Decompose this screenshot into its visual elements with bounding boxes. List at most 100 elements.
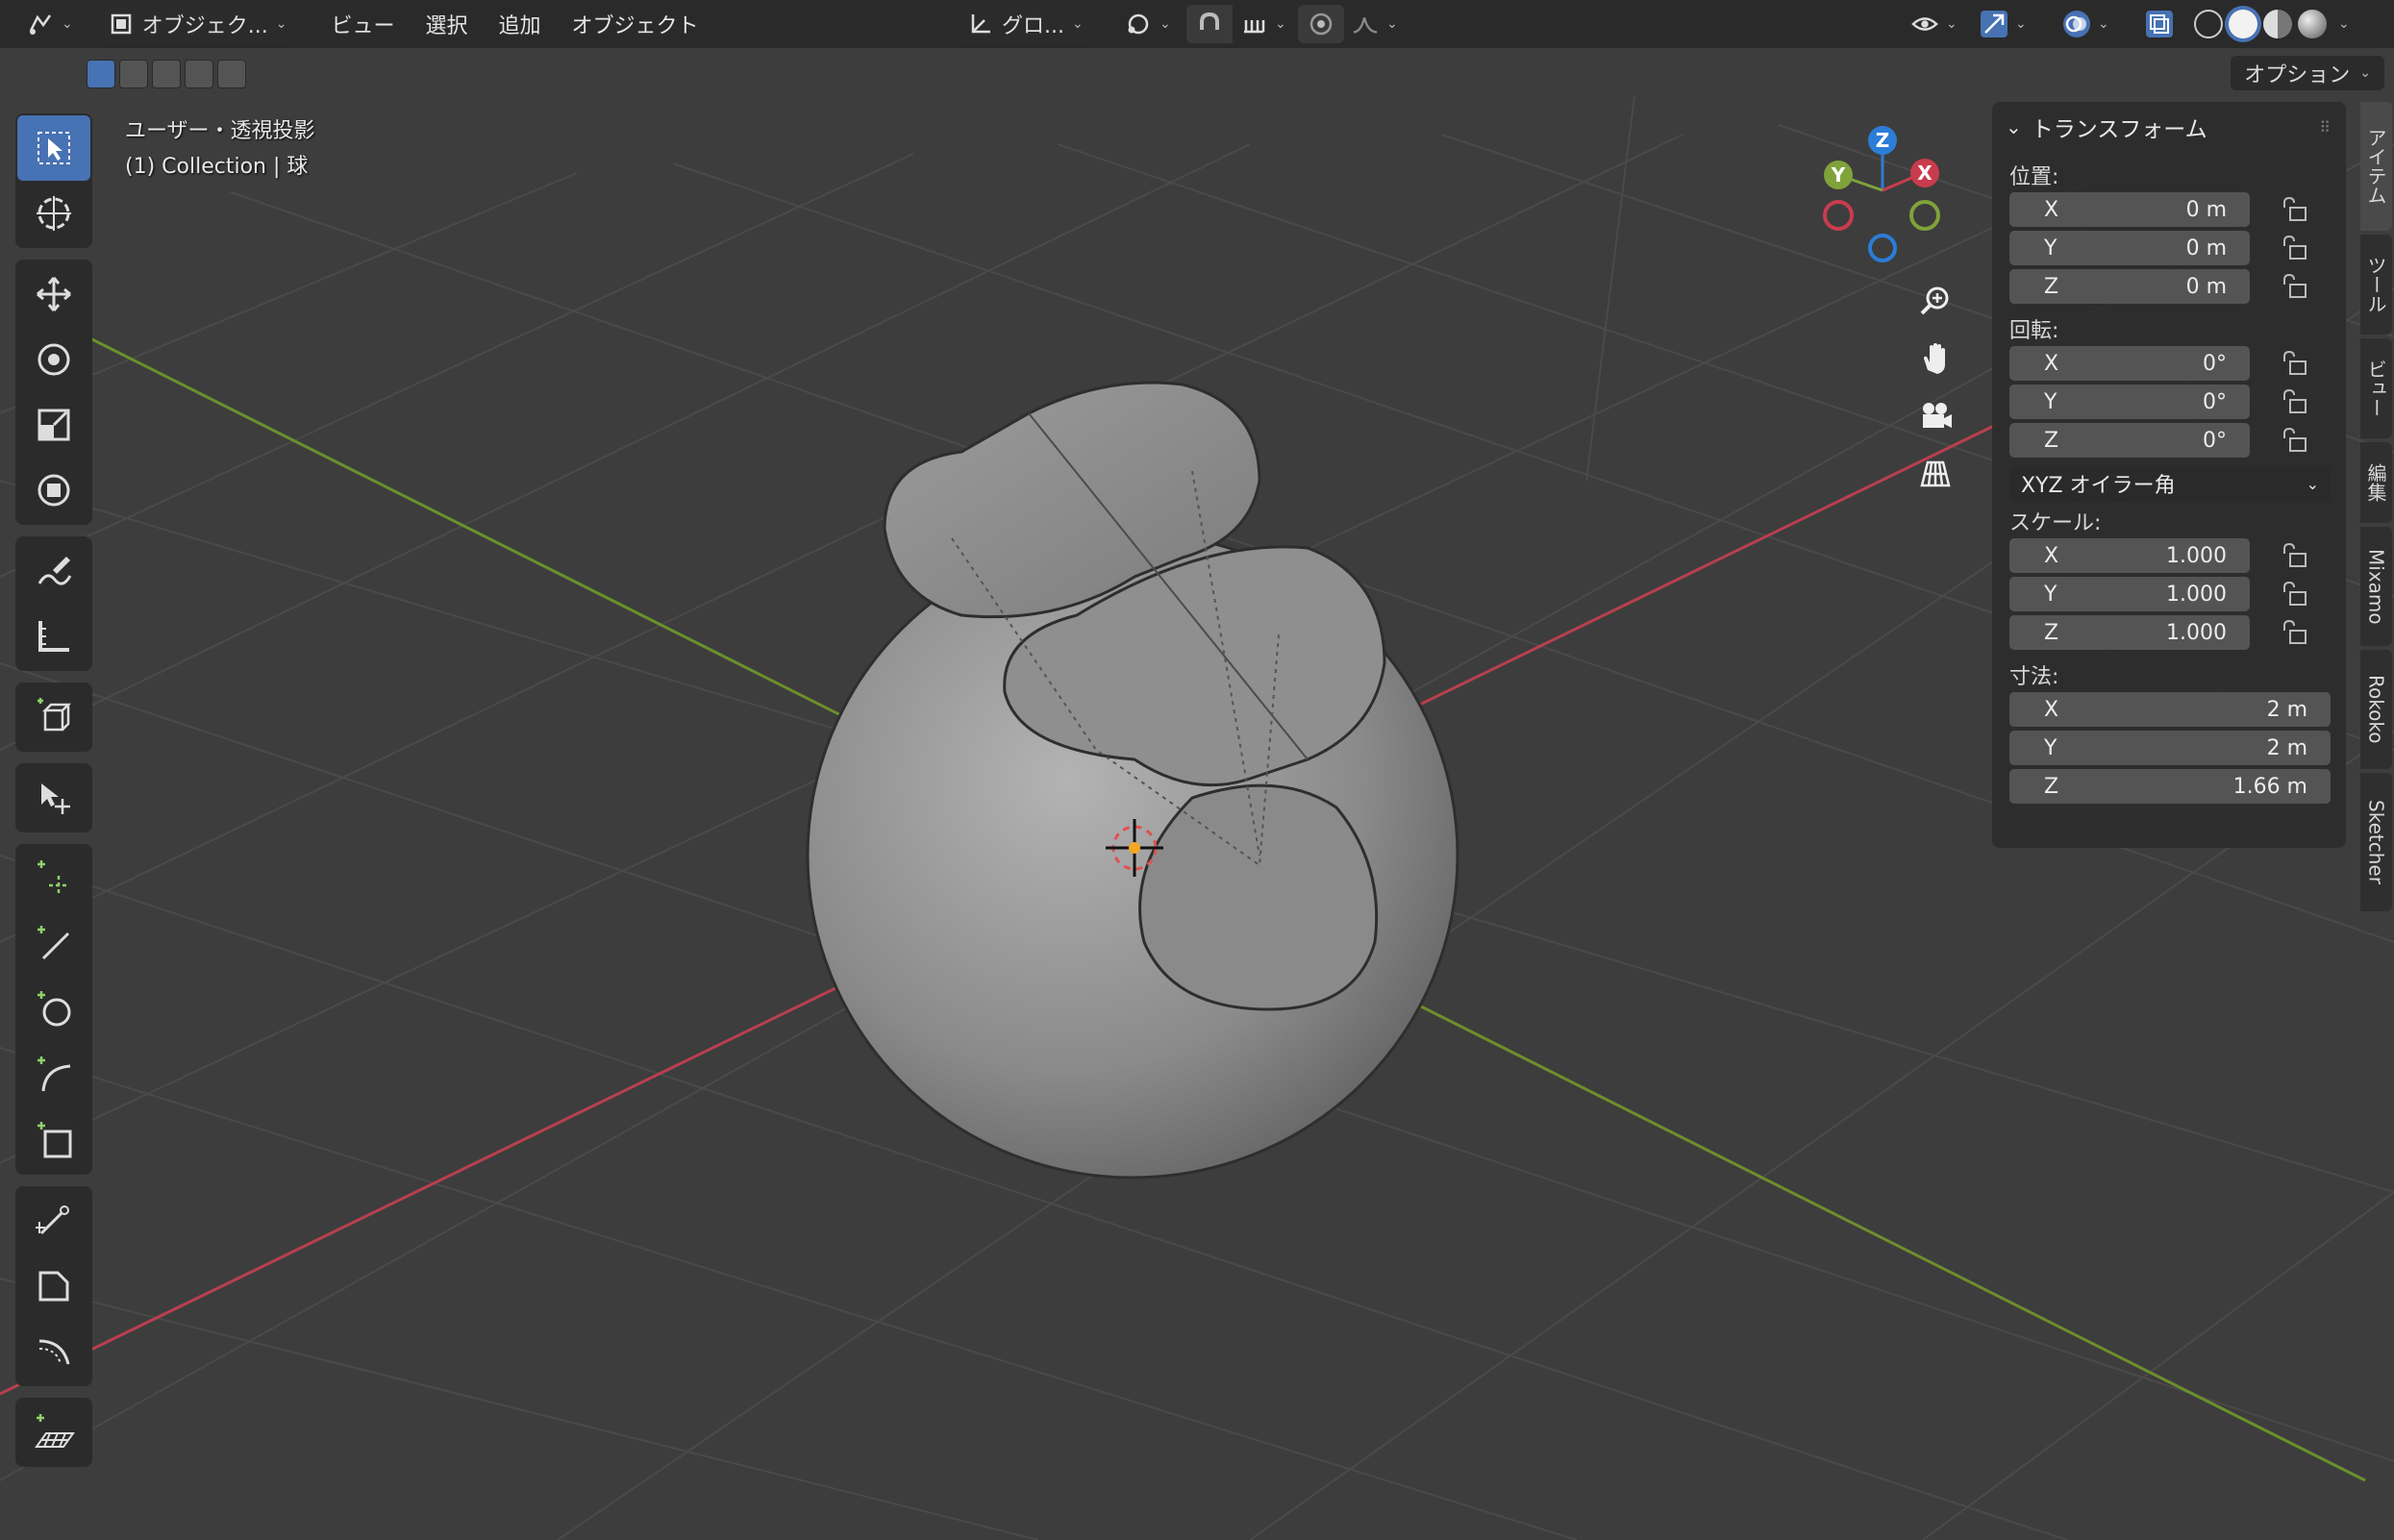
add-point-tool[interactable] <box>17 846 90 911</box>
add-line-tool[interactable] <box>17 911 90 977</box>
knife-tool[interactable] <box>17 1188 90 1254</box>
annotate-tool[interactable] <box>17 538 90 604</box>
location-y-field[interactable]: Y 0 m <box>2009 231 2250 265</box>
dimensions-y-field[interactable]: Y 2 m <box>2009 731 2331 765</box>
chevron-down-icon[interactable]: ⌄ <box>2338 16 2350 32</box>
navigation-gizmo[interactable]: Z X Y <box>1808 121 1961 275</box>
zoom-icon <box>1920 286 1949 315</box>
add-rectangle-tool[interactable] <box>17 1107 90 1173</box>
location-x-field[interactable]: X 0 m <box>2009 192 2250 227</box>
proportional-edit-icon <box>1308 11 1334 37</box>
scale-y-row: Y 1.000 <box>2009 575 2346 613</box>
pan-button[interactable] <box>1911 335 1959 383</box>
rotation-z-field[interactable]: Z 0° <box>2009 423 2250 458</box>
select-subtract-icon[interactable] <box>152 60 181 88</box>
scale-z-field[interactable]: Z 1.000 <box>2009 615 2250 650</box>
proportional-edit-toggle[interactable] <box>1298 5 1344 43</box>
menu-view[interactable]: ビュー <box>315 9 410 39</box>
unlock-icon[interactable] <box>2281 273 2309 300</box>
tab-mixamo[interactable]: Mixamo <box>2360 527 2392 646</box>
chevron-down-icon: ⌄ <box>1386 16 1398 32</box>
menu-add[interactable]: 追加 <box>483 9 556 39</box>
gizmo-neg-z-axis[interactable] <box>1868 234 1897 262</box>
bevel-tool[interactable] <box>17 1254 90 1319</box>
editor-type-button[interactable]: ⌄ <box>17 5 83 43</box>
add-circle-tool[interactable] <box>17 977 90 1042</box>
tab-edit[interactable]: 編集 <box>2360 442 2392 523</box>
rotation-x-field[interactable]: X 0° <box>2009 346 2250 381</box>
unlock-icon[interactable] <box>2281 619 2309 646</box>
transform-panel-header[interactable]: ⌄ トランスフォーム ⠿ <box>1992 102 2346 152</box>
gizmo-neg-x-axis[interactable] <box>1823 200 1854 231</box>
select-intersect-icon[interactable] <box>217 60 246 88</box>
transform-orientation-dropdown[interactable]: グロ... ⌄ <box>958 5 1093 43</box>
camera-view-button[interactable] <box>1911 392 1959 440</box>
field-axis: Z <box>2044 274 2059 299</box>
xray-toggle[interactable] <box>2136 5 2182 43</box>
tab-rokoko[interactable]: Rokoko <box>2360 650 2392 769</box>
falloff-curve-icon <box>1352 11 1379 37</box>
rotation-mode-dropdown[interactable]: XYZ オイラー角 ⌄ <box>2009 465 2331 502</box>
pencil-icon <box>37 557 72 585</box>
measure-tool[interactable] <box>17 604 90 669</box>
location-z-field[interactable]: Z 0 m <box>2009 269 2250 304</box>
unlock-icon[interactable] <box>2281 196 2309 223</box>
unlock-icon[interactable] <box>2281 388 2309 415</box>
material-shading-icon[interactable] <box>2263 10 2292 38</box>
field-value: 1.000 <box>2166 582 2227 607</box>
snap-toggle[interactable] <box>1186 5 1233 43</box>
scale-tool[interactable] <box>17 392 90 458</box>
add-line-icon <box>37 926 70 960</box>
rotate-tool[interactable] <box>17 327 90 392</box>
zoom-button[interactable] <box>1911 277 1959 325</box>
add-grid-tool[interactable] <box>17 1400 90 1465</box>
snap-target-dropdown[interactable]: ⌄ <box>1231 5 1296 43</box>
overlays-toggle[interactable]: ⌄ <box>2054 5 2119 43</box>
field-axis: X <box>2044 697 2059 722</box>
orientation-label: グロ... <box>1002 14 1064 38</box>
solid-shading-icon[interactable] <box>2229 10 2257 38</box>
dimensions-z-row: Z 1.66 m <box>2009 767 2346 806</box>
cursor-tool[interactable] <box>17 181 90 246</box>
rotation-y-field[interactable]: Y 0° <box>2009 385 2250 419</box>
select-extend-icon[interactable] <box>119 60 148 88</box>
gizmo-neg-y-axis[interactable] <box>1909 200 1940 231</box>
add-cube-tool[interactable] <box>17 684 90 750</box>
gizmo-toggle[interactable]: ⌄ <box>1971 5 2036 43</box>
dimensions-z-field[interactable]: Z 1.66 m <box>2009 769 2331 804</box>
add-arc-tool[interactable] <box>17 1042 90 1107</box>
rendered-shading-icon[interactable] <box>2298 10 2327 38</box>
scale-x-field[interactable]: X 1.000 <box>2009 538 2250 573</box>
select-box-icon <box>37 132 70 164</box>
options-dropdown[interactable]: オプション ⌄ <box>2231 56 2384 90</box>
tab-view[interactable]: ビュー <box>2360 338 2392 438</box>
falloff-dropdown[interactable]: ⌄ <box>1342 5 1408 43</box>
tab-sketcher[interactable]: Sketcher <box>2360 773 2392 911</box>
select-move-tool[interactable] <box>17 765 90 831</box>
unlock-icon[interactable] <box>2281 350 2309 377</box>
dimensions-x-field[interactable]: X 2 m <box>2009 692 2331 727</box>
tab-tool[interactable]: ツール <box>2360 235 2392 335</box>
unlock-icon[interactable] <box>2281 581 2309 608</box>
spin-tool[interactable] <box>17 1319 90 1384</box>
transform-tool[interactable] <box>17 458 90 523</box>
pivot-point-dropdown[interactable]: ⌄ <box>1115 5 1181 43</box>
scale-y-field[interactable]: Y 1.000 <box>2009 577 2250 611</box>
select-box-tool[interactable] <box>17 115 90 181</box>
object-visibility-dropdown[interactable]: ⌄ <box>1902 5 1967 43</box>
mode-dropdown[interactable]: オブジェク... ⌄ <box>97 5 297 43</box>
move-tool[interactable] <box>17 261 90 327</box>
unlock-icon[interactable] <box>2281 235 2309 261</box>
tab-item[interactable]: アイテム <box>2360 102 2392 231</box>
drag-handle-icon[interactable]: ⠿ <box>2319 118 2331 137</box>
rotate-icon <box>37 343 70 376</box>
add-cube-tool-group <box>15 683 92 752</box>
unlock-icon[interactable] <box>2281 427 2309 454</box>
menu-object[interactable]: オブジェクト <box>557 9 714 39</box>
select-new-icon[interactable] <box>87 60 115 88</box>
unlock-icon[interactable] <box>2281 542 2309 569</box>
perspective-toggle-button[interactable] <box>1911 450 1959 498</box>
wireframe-shading-icon[interactable] <box>2194 10 2223 38</box>
menu-select[interactable]: 選択 <box>410 9 483 39</box>
select-invert-icon[interactable] <box>185 60 213 88</box>
